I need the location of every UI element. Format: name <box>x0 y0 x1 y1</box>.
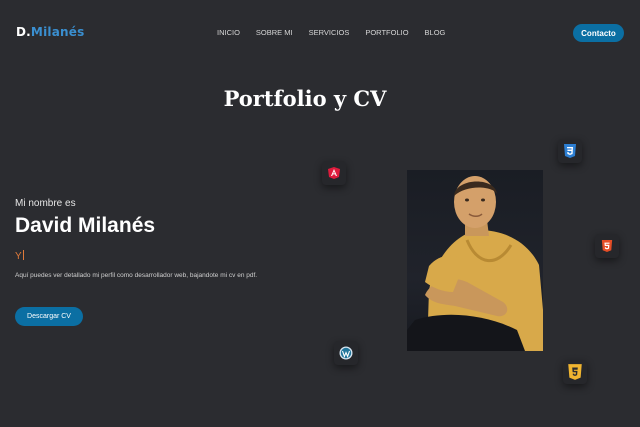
nav-servicios[interactable]: SERVICIOS <box>309 28 350 37</box>
page-title: Portfolio y CV <box>223 86 387 111</box>
profile-photo <box>407 170 543 351</box>
typing-cursor <box>22 250 24 260</box>
angular-icon <box>322 161 346 185</box>
main-nav: INICIO SOBRE MI SERVICIOS PORTFOLIO BLOG <box>217 28 461 37</box>
wordpress-icon <box>334 341 358 365</box>
nav-inicio[interactable]: INICIO <box>217 28 240 37</box>
html5-icon <box>595 234 619 258</box>
logo-name: Milanés <box>30 25 85 39</box>
logo-initial: D. <box>16 25 31 39</box>
contact-button[interactable]: Contacto <box>573 24 624 42</box>
nav-blog[interactable]: BLOG <box>425 28 446 37</box>
typed-text: Y <box>15 250 24 262</box>
typed-value: Y <box>15 251 22 262</box>
hero-description: Aquí puedes ver detallado mi perfil como… <box>15 272 258 279</box>
person-name: David Milanés <box>15 214 156 237</box>
greeting-text: Mi nombre es <box>15 198 76 209</box>
javascript-icon <box>563 360 587 384</box>
site-logo[interactable]: D.Milanés <box>16 25 84 39</box>
profile-photo-illustration <box>407 176 543 351</box>
nav-sobre-mi[interactable]: SOBRE MI <box>256 28 293 37</box>
download-cv-button[interactable]: Descargar CV <box>15 307 83 326</box>
nav-portfolio[interactable]: PORTFOLIO <box>365 28 408 37</box>
css3-icon <box>558 139 582 163</box>
